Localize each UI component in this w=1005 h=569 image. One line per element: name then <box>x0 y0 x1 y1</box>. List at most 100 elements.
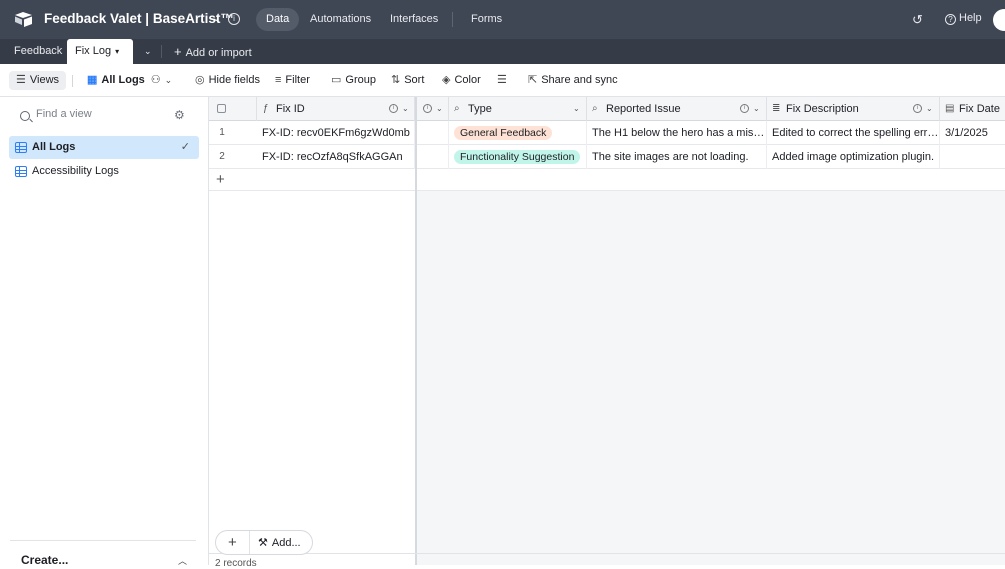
group-button[interactable]: ▭ Group <box>326 71 381 90</box>
table-row[interactable]: 2 FX-ID: recOzfA8qSfkAGGAn Functionality… <box>209 145 1005 169</box>
select-all-checkbox[interactable] <box>217 104 226 113</box>
add-controls-divider <box>249 531 250 554</box>
info-icon[interactable]: i <box>423 104 432 113</box>
nav-forms[interactable]: Forms <box>461 8 512 31</box>
info-icon[interactable]: i <box>913 104 922 113</box>
cell-reported-issue[interactable]: The site images are not loading. <box>587 145 767 169</box>
history-icon[interactable]: ↺ <box>912 12 923 28</box>
help-button[interactable]: ? Help <box>945 12 982 25</box>
cell-fix-description[interactable]: Edited to correct the spelling error. <box>767 121 940 145</box>
add-record-row-right[interactable] <box>417 169 1005 191</box>
filter-label: Filter <box>285 74 310 86</box>
nav-data[interactable]: Data <box>256 8 300 31</box>
cell-fix-id[interactable]: FX-ID: recOzfA8qSfkAGGAn <box>257 145 415 169</box>
cell-fix-date[interactable]: 3/1/2025 <box>940 121 1005 145</box>
cell-hidden[interactable] <box>417 121 449 145</box>
sidebar-item-label: Accessibility Logs <box>32 165 119 177</box>
share-and-sync-button[interactable]: ⇱ Share and sync <box>523 71 623 90</box>
paint-bucket-icon: ◈ <box>442 74 451 86</box>
cell-type[interactable]: Functionality Suggestion <box>449 145 587 169</box>
search-icon <box>20 111 30 121</box>
menu-icon: ☰ <box>16 74 26 86</box>
add-record-row[interactable]: + <box>209 169 416 191</box>
tab-feedback[interactable]: Feedback <box>6 39 70 64</box>
gear-icon[interactable]: ⚙ <box>174 108 185 122</box>
tab-divider <box>161 45 162 58</box>
sidebar-item-all-logs[interactable]: All Logs ✓ <box>9 136 199 159</box>
avatar[interactable] <box>993 9 1005 31</box>
color-button[interactable]: ◈ Color <box>437 71 486 90</box>
share-icon: ⇱ <box>528 74 538 86</box>
help-label: Help <box>959 12 982 24</box>
sidebar-item-accessibility-logs[interactable]: Accessibility Logs <box>9 160 199 183</box>
hide-fields-button[interactable]: ◎ Hide fields <box>190 71 265 90</box>
cell-fix-description[interactable]: Added image optimization plugin. <box>767 145 940 169</box>
group-icon: ▭ <box>331 74 342 86</box>
create-divider <box>10 540 196 541</box>
add-label: Add... <box>271 537 301 549</box>
column-header-fix-description[interactable]: ≣ Fix Description i ⌄ <box>767 97 940 121</box>
eye-slash-icon: ◎ <box>195 74 205 86</box>
column-header-fix-date[interactable]: ▤ Fix Date <box>940 97 1005 121</box>
chevron-down-icon[interactable]: ⌄ <box>436 97 443 121</box>
hide-fields-label: Hide fields <box>208 74 260 86</box>
chevron-down-icon[interactable]: ⌄ <box>402 97 409 121</box>
lookup-icon: ⌕ <box>592 103 598 114</box>
info-icon[interactable]: i <box>389 104 398 113</box>
frozen-column-divider <box>415 97 417 565</box>
info-icon[interactable]: i <box>228 13 240 25</box>
row-number: 1 <box>219 127 225 138</box>
chevron-up-icon[interactable]: ︿ <box>178 554 187 567</box>
tabs-overflow-chevron-icon[interactable]: ⌄ <box>136 39 160 64</box>
column-header-fix-id[interactable]: ƒ Fix ID i ⌄ <box>257 97 415 121</box>
info-icon[interactable]: i <box>740 104 749 113</box>
cell-fix-date[interactable] <box>940 145 1005 169</box>
column-header-label: Fix ID <box>276 103 305 115</box>
add-or-import-button[interactable]: + Add or import <box>166 39 260 64</box>
chevron-down-icon[interactable]: ▾ <box>115 47 119 56</box>
column-header-label: Type <box>468 103 492 115</box>
nav-interfaces[interactable]: Interfaces <box>380 8 448 31</box>
views-button[interactable]: ☰ Views <box>9 71 67 90</box>
chevron-down-icon[interactable]: ⌄ <box>753 97 760 121</box>
cell-fix-id[interactable]: FX-ID: recv0EKFm6gzWd0mb <box>257 121 415 145</box>
long-text-icon: ≣ <box>772 103 781 114</box>
type-badge: General Feedback <box>454 126 553 140</box>
base-logo-icon[interactable] <box>14 11 34 27</box>
view-toolbar: ☰ Views ▦ All Logs ⚇ ⌄ ◎ Hide fields ≡ Filter … <box>0 64 1005 97</box>
base-title[interactable]: Feedback Valet | BaseArtist™ <box>44 11 234 26</box>
select-all-column <box>209 97 257 121</box>
cell-hidden[interactable] <box>417 145 449 169</box>
grid-view-icon <box>15 166 27 177</box>
grid-footer <box>209 553 1005 565</box>
tab-fix-log-label: Fix Log <box>75 45 112 57</box>
column-header-type[interactable]: ⌕ Type ⌄ <box>449 97 587 121</box>
nav-automations[interactable]: Automations <box>300 8 381 31</box>
add-with-ai-button[interactable]: ⚒ Add... <box>258 536 301 549</box>
plus-icon: + <box>216 171 225 188</box>
filter-button[interactable]: ≡ Filter <box>270 71 315 90</box>
current-view-button[interactable]: ▦ All Logs ⚇ ⌄ <box>82 71 181 90</box>
data-grid: ƒ Fix ID i ⌄ i ⌄ ⌕ Type ⌄ ⌕ Reported Iss… <box>209 97 1005 569</box>
column-header-reported-issue[interactable]: ⌕ Reported Issue i ⌄ <box>587 97 767 121</box>
cell-type[interactable]: General Feedback <box>449 121 587 145</box>
checkmark-icon: ✓ <box>180 141 190 153</box>
tab-fix-log[interactable]: Fix Log ▾ <box>67 39 133 64</box>
column-header-hidden[interactable]: i ⌄ <box>417 97 449 121</box>
sort-button[interactable]: ⇅ Sort <box>386 71 429 90</box>
add-record-plus-icon[interactable]: + <box>228 534 237 551</box>
chevron-down-icon[interactable]: ⌄ <box>926 97 933 121</box>
collaborators-icon: ⚇ <box>150 74 161 86</box>
find-view-input[interactable] <box>36 108 166 120</box>
grid-header: ƒ Fix ID i ⌄ i ⌄ ⌕ Type ⌄ ⌕ Reported Iss… <box>209 97 1005 121</box>
color-label: Color <box>454 74 481 86</box>
sidebar-item-label: All Logs <box>32 141 76 153</box>
row-height-button[interactable]: ☰ <box>492 71 516 90</box>
table-row[interactable]: 1 FX-ID: recv0EKFm6gzWd0mb General Feedb… <box>209 121 1005 145</box>
chevron-down-icon[interactable]: ⌄ <box>573 97 580 121</box>
cell-reported-issue[interactable]: The H1 below the hero has a misspe... <box>587 121 767 145</box>
record-count: 2 records <box>215 558 257 569</box>
type-badge: Functionality Suggestion <box>454 150 581 164</box>
column-header-label: Fix Description <box>786 103 859 115</box>
chevron-down-icon[interactable]: ⌄ <box>212 13 220 24</box>
